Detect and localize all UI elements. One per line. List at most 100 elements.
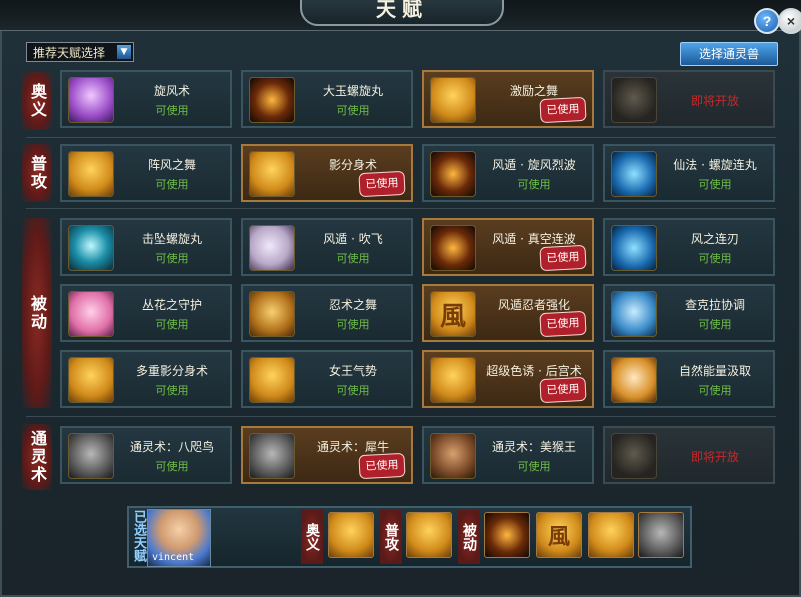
talent-card[interactable]: 旋风术 可使用 — [60, 70, 232, 128]
talent-card[interactable]: 即将开放 — [603, 426, 775, 484]
talent-card[interactable]: 多重影分身术 可使用 — [60, 350, 232, 408]
selected-talents-label: 已选天赋 — [131, 510, 146, 562]
talent-name: 自然能量汲取 — [678, 364, 751, 378]
talent-status: 可使用 — [336, 104, 370, 117]
wind-glyph-icon[interactable]: 風 — [536, 512, 582, 558]
used-stamp: 已使用 — [539, 310, 587, 338]
category-passive: 被动 — [22, 218, 52, 408]
tornado-icon — [68, 77, 114, 123]
talent-name: 激励之舞 — [509, 84, 558, 98]
help-button[interactable]: ? — [754, 8, 780, 34]
energy-burst-icon — [68, 225, 114, 271]
used-stamp: 已使用 — [539, 96, 587, 124]
harem-icon — [430, 357, 476, 403]
close-button[interactable]: × — [778, 8, 801, 34]
choose-summon-beast-button[interactable]: 选择通灵兽 — [680, 42, 778, 66]
talent-name: 丛花之守护 — [141, 298, 202, 312]
talent-name: 大玉螺旋丸 — [322, 84, 383, 98]
talent-card[interactable]: 超级色诱 · 后宫术 已使用 — [422, 350, 594, 408]
talent-name: 查克拉协调 — [684, 298, 745, 312]
talent-status: 可使用 — [155, 318, 189, 331]
selected-category-ougi: 奥义 — [301, 510, 323, 564]
talent-card[interactable]: 风遁 · 旋风烈波 可使用 — [422, 144, 594, 202]
talent-name: 旋风术 — [153, 84, 190, 98]
talent-status: 可使用 — [155, 460, 189, 473]
talent-name: 风遁 · 真空连波 — [492, 232, 576, 246]
talent-status: 可使用 — [698, 178, 732, 191]
talent-card[interactable]: 大玉螺旋丸 可使用 — [241, 70, 413, 128]
recommend-select-label: 推荐天赋选择 — [33, 46, 106, 60]
talent-name: 风遁 · 吹飞 — [323, 232, 383, 246]
talent-card[interactable]: 风遁 · 真空连波 已使用 — [422, 218, 594, 276]
talent-card[interactable]: 即将开放 — [603, 70, 775, 128]
talent-card[interactable]: 仙法 · 螺旋连丸 可使用 — [603, 144, 775, 202]
talent-card[interactable]: 通灵术：八咫鸟 可使用 — [60, 426, 232, 484]
talent-name: 通灵术：犀牛 — [316, 440, 389, 454]
talent-card[interactable]: 查克拉协调 可使用 — [603, 284, 775, 342]
talent-status: 可使用 — [155, 252, 189, 265]
talent-status: 可使用 — [155, 104, 189, 117]
lock-icon — [611, 433, 657, 479]
fan-icon — [249, 225, 295, 271]
talent-status: 可使用 — [155, 384, 189, 397]
rhino-icon[interactable] — [638, 512, 684, 558]
talent-card[interactable]: 影分身术 已使用 — [241, 144, 413, 202]
talent-card[interactable]: 自然能量汲取 可使用 — [603, 350, 775, 408]
wind-swirl-icon — [68, 151, 114, 197]
coming-soon-label: 即将开放 — [690, 450, 739, 464]
talent-status: 可使用 — [517, 178, 551, 191]
used-stamp: 已使用 — [539, 376, 587, 404]
multi-clone-icon — [68, 357, 114, 403]
talent-name: 影分身术 — [328, 158, 377, 172]
claw-slash-icon[interactable] — [484, 512, 530, 558]
recommend-talent-select[interactable]: 推荐天赋选择 ▼ — [26, 42, 134, 62]
selected-category-normal-attack: 普攻 — [380, 510, 402, 564]
divider — [26, 137, 776, 138]
talent-card[interactable]: 女王气势 可使用 — [241, 350, 413, 408]
used-stamp: 已使用 — [539, 244, 587, 272]
harem-icon[interactable] — [588, 512, 634, 558]
dancer-icon[interactable] — [328, 512, 374, 558]
talent-name: 超级色诱 · 后宫术 — [486, 364, 582, 378]
rhino-icon — [249, 433, 295, 479]
hand-icon — [611, 291, 657, 337]
talent-card[interactable]: 激励之舞 已使用 — [422, 70, 594, 128]
talent-status: 可使用 — [698, 252, 732, 265]
talent-card[interactable]: 通灵术：美猴王 可使用 — [422, 426, 594, 484]
coming-soon-label: 即将开放 — [690, 94, 739, 108]
talent-window: 天赋 ? × 推荐天赋选择 ▼ 选择通灵兽 奥义 普攻 被动 通灵术 旋风术 可使… — [0, 0, 801, 597]
wind-glyph: 風 — [439, 301, 466, 332]
talent-status: 可使用 — [336, 384, 370, 397]
talent-name: 风之连刃 — [690, 232, 739, 246]
talent-card[interactable]: 阵风之舞 可使用 — [60, 144, 232, 202]
queen-icon — [249, 357, 295, 403]
talent-card[interactable]: 風 风遁忍者强化 已使用 — [422, 284, 594, 342]
chevron-down-icon[interactable]: ▼ — [117, 45, 131, 59]
scroll-icon — [249, 291, 295, 337]
talent-name: 女王气势 — [328, 364, 377, 378]
shadow-clone-icon[interactable] — [406, 512, 452, 558]
talent-name: 通灵术：美猴王 — [491, 440, 576, 454]
talent-card[interactable]: 忍术之舞 可使用 — [241, 284, 413, 342]
shadow-clone-icon — [249, 151, 295, 197]
window-title: 天赋 — [300, 0, 504, 26]
flower-girl-icon — [68, 291, 114, 337]
talent-card[interactable]: 风遁 · 吹飞 可使用 — [241, 218, 413, 276]
talent-status: 可使用 — [336, 252, 370, 265]
wind-glyph-icon: 風 — [430, 291, 476, 337]
talent-card[interactable]: 击坠螺旋丸 可使用 — [60, 218, 232, 276]
talent-name: 风遁 · 旋风烈波 — [492, 158, 576, 172]
blue-vortex-icon — [611, 151, 657, 197]
talent-card[interactable]: 风之连刃 可使用 — [603, 218, 775, 276]
divider — [26, 416, 776, 417]
talent-name: 多重影分身术 — [135, 364, 208, 378]
wind-wave-icon — [430, 151, 476, 197]
stopwatch-icon — [611, 357, 657, 403]
talent-status: 可使用 — [698, 318, 732, 331]
talent-card[interactable]: 丛花之守护 可使用 — [60, 284, 232, 342]
player-name: vincent — [152, 552, 195, 563]
crow-icon — [68, 433, 114, 479]
talent-card[interactable]: 通灵术：犀牛 已使用 — [241, 426, 413, 484]
talent-name: 击坠螺旋丸 — [141, 232, 202, 246]
used-stamp: 已使用 — [358, 170, 406, 198]
